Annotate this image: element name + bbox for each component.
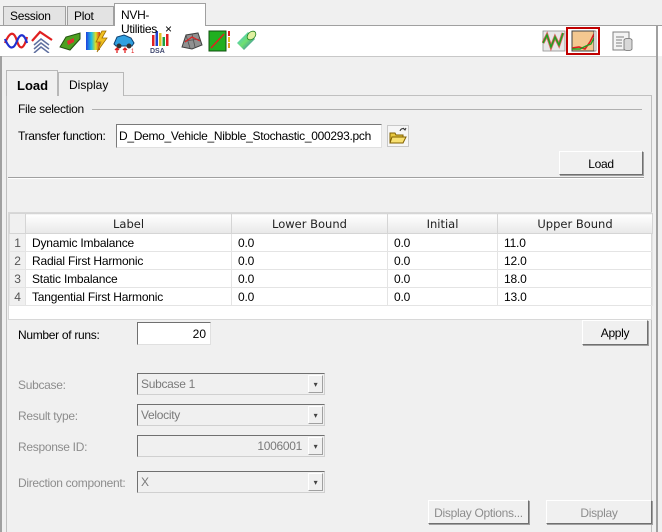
folder-open-icon	[389, 127, 407, 144]
cylinder-shape-icon[interactable]	[234, 29, 258, 53]
svg-text:1: 1	[131, 49, 135, 53]
panel-mesh-icon[interactable]	[180, 29, 204, 53]
cell-lower-bound[interactable]: 0.0	[231, 233, 388, 252]
table-row[interactable]: 3 Static Imbalance 0.0 0.0 18.0	[9, 269, 653, 288]
cell-label[interactable]: Tangential First Harmonic	[25, 287, 232, 306]
result-type-label: Result type:	[18, 409, 78, 423]
direction-component-dropdown[interactable]: X ▾	[137, 471, 325, 493]
response-id-dropdown[interactable]: 1006001 ▾	[137, 435, 325, 457]
panel-right-border	[656, 26, 658, 532]
cell-upper-bound[interactable]: 18.0	[497, 269, 653, 288]
number-of-runs-input[interactable]: 20	[137, 322, 211, 345]
apply-button[interactable]: Apply	[582, 320, 648, 345]
svg-text:DSA: DSA	[150, 48, 165, 53]
chevron-down-icon[interactable]: ▾	[308, 375, 323, 393]
chevron-down-icon[interactable]: ▾	[308, 473, 323, 491]
column-header-initial[interactable]: Initial	[387, 213, 498, 234]
table-row[interactable]: 2 Radial First Harmonic 0.0 0.0 12.0	[9, 251, 653, 270]
column-header-lower-bound[interactable]: Lower Bound	[231, 213, 388, 234]
chevron-down-icon[interactable]: ▾	[308, 437, 323, 455]
display-options-button[interactable]: Display Options...	[428, 500, 529, 524]
cell-label[interactable]: Dynamic Imbalance	[25, 233, 232, 252]
cell-initial[interactable]: 0.0	[387, 287, 498, 306]
result-type-dropdown[interactable]: Velocity ▾	[137, 404, 325, 426]
table-row[interactable]: 4 Tangential First Harmonic 0.0 0.0 13.0	[9, 287, 653, 306]
group-divider	[92, 109, 642, 110]
direction-component-value: X	[141, 475, 149, 489]
cell-lower-bound[interactable]: 0.0	[231, 269, 388, 288]
corner-cell	[9, 213, 26, 234]
toolbar-divider	[0, 56, 656, 57]
tab-nvh-utilities[interactable]: NVH-Utilities ×	[114, 3, 206, 36]
cell-label[interactable]: Radial First Harmonic	[25, 251, 232, 270]
tab-label: NVH-Utilities	[121, 8, 157, 36]
result-type-value: Velocity	[141, 408, 180, 422]
tab-load[interactable]: Load	[6, 70, 58, 96]
vehicle-model-icon[interactable]	[58, 29, 82, 53]
display-button[interactable]: Display	[546, 500, 652, 524]
direction-component-label: Direction component:	[18, 476, 126, 490]
waveform-plot-icon[interactable]	[542, 29, 566, 53]
column-header-upper-bound[interactable]: Upper Bound	[497, 213, 653, 234]
stochastic-plot-icon	[571, 30, 597, 52]
toolbar: 1 DSA	[0, 26, 662, 56]
tab-session[interactable]: Session	[3, 6, 66, 25]
row-number: 3	[9, 269, 26, 288]
number-of-runs-label: Number of runs:	[18, 328, 100, 342]
close-icon[interactable]: ×	[165, 22, 172, 36]
response-id-label: Response ID:	[18, 440, 88, 454]
frf-curves-icon[interactable]	[4, 29, 28, 53]
stochastic-plot-button-selected[interactable]	[566, 27, 600, 55]
tab-display[interactable]: Display	[58, 72, 124, 96]
section-divider-highlight	[8, 178, 644, 179]
response-id-value: 1006001	[257, 439, 302, 453]
energy-distribution-icon[interactable]	[84, 29, 108, 53]
cell-initial[interactable]: 0.0	[387, 251, 498, 270]
tab-label: Plot	[74, 9, 94, 23]
data-table-icon[interactable]	[610, 29, 634, 53]
column-header-label[interactable]: Label	[25, 213, 232, 234]
chevron-down-icon[interactable]: ▾	[308, 406, 323, 424]
cell-label[interactable]: Static Imbalance	[25, 269, 232, 288]
parameters-table: Label Lower Bound Initial Upper Bound 1 …	[8, 212, 653, 320]
row-number: 1	[9, 233, 26, 252]
tab-plot[interactable]: Plot	[67, 6, 114, 25]
load-button[interactable]: Load	[559, 151, 643, 175]
cell-initial[interactable]: 0.0	[387, 269, 498, 288]
order-curves-icon[interactable]	[30, 29, 54, 53]
cell-upper-bound[interactable]: 13.0	[497, 287, 653, 306]
cell-upper-bound[interactable]: 12.0	[497, 251, 653, 270]
panel-left-border	[0, 56, 2, 532]
table-header: Label Lower Bound Initial Upper Bound	[9, 213, 653, 234]
contour-plot-icon[interactable]	[208, 29, 232, 53]
cell-lower-bound[interactable]: 0.0	[231, 251, 388, 270]
tab-label: Display	[69, 78, 109, 92]
file-selection-group-label: File selection	[18, 102, 84, 116]
cell-initial[interactable]: 0.0	[387, 233, 498, 252]
tab-label: Load	[17, 78, 49, 93]
table-row[interactable]: 1 Dynamic Imbalance 0.0 0.0 11.0	[9, 233, 653, 252]
subcase-dropdown[interactable]: Subcase 1 ▾	[137, 373, 325, 395]
transfer-function-input[interactable]: D_Demo_Vehicle_Nibble_Stochastic_000293.…	[116, 124, 382, 148]
tab-label: Session	[10, 9, 51, 23]
top-tab-bar: Session Plot NVH-Utilities ×	[0, 3, 662, 36]
cell-lower-bound[interactable]: 0.0	[231, 287, 388, 306]
subcase-label: Subcase:	[18, 378, 66, 392]
cell-upper-bound[interactable]: 11.0	[497, 233, 653, 252]
row-number: 4	[9, 287, 26, 306]
transfer-function-label: Transfer function:	[18, 129, 106, 143]
subcase-value: Subcase 1	[141, 377, 196, 391]
row-number: 2	[9, 251, 26, 270]
browse-button[interactable]	[387, 125, 409, 147]
